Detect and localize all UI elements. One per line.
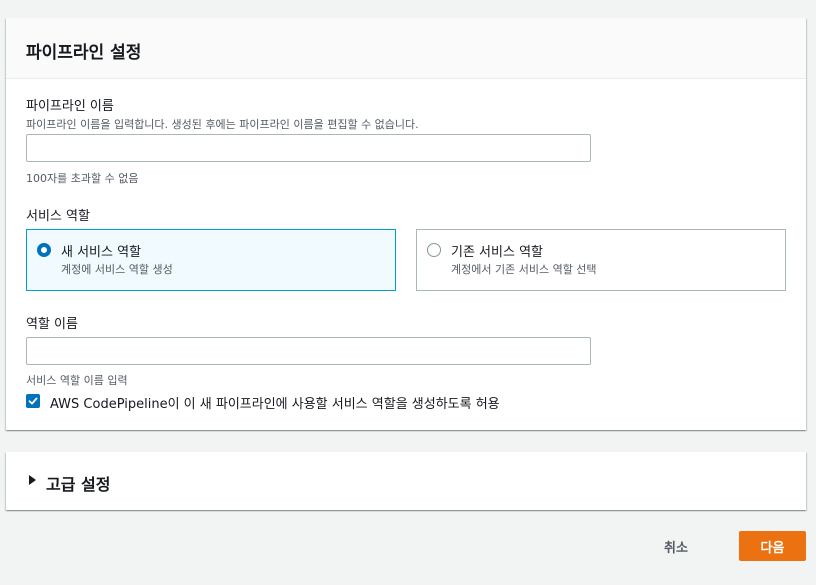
role-name-label: 역할 이름 xyxy=(26,317,78,332)
pipeline-name-label: 파이프라인 이름 xyxy=(26,99,114,114)
checkmark-icon xyxy=(28,397,38,405)
existing-service-role-tile[interactable]: 기존 서비스 역할 계정에서 기존 서비스 역할 선택 xyxy=(416,229,786,291)
new-service-role-description: 계정에 서비스 역할 생성 xyxy=(61,263,173,276)
advanced-settings-title: 고급 설정 xyxy=(46,475,111,494)
caret-right-icon xyxy=(29,475,36,485)
panel-header: 파이프라인 설정 xyxy=(6,18,806,79)
advanced-settings-toggle[interactable]: 고급 설정 xyxy=(6,452,806,510)
pipeline-settings-panel: 파이프라인 설정 파이프라인 이름 파이프라인 이름을 입력합니다. 생성된 후… xyxy=(6,18,806,430)
cancel-button[interactable]: 취소 xyxy=(646,531,706,561)
next-button[interactable]: 다음 xyxy=(739,531,806,561)
panel-title: 파이프라인 설정 xyxy=(26,43,142,63)
pipeline-name-description: 파이프라인 이름을 입력합니다. 생성된 후에는 파이프라인 이름을 편집할 수… xyxy=(26,118,419,131)
role-name-input[interactable] xyxy=(26,337,591,365)
existing-service-role-title: 기존 서비스 역할 xyxy=(451,245,543,260)
service-role-label: 서비스 역할 xyxy=(26,209,90,224)
role-name-description: 서비스 역할 이름 입력 xyxy=(26,374,128,387)
allow-role-creation-label: AWS CodePipeline이 이 새 파이프라인에 사용할 서비스 역할을… xyxy=(50,397,500,412)
new-service-role-radio[interactable] xyxy=(37,243,51,257)
allow-role-creation-checkbox[interactable] xyxy=(26,394,40,408)
existing-service-role-description: 계정에서 기존 서비스 역할 선택 xyxy=(451,263,597,276)
new-service-role-title: 새 서비스 역할 xyxy=(61,245,142,260)
pipeline-name-constraint: 100자를 초과할 수 없음 xyxy=(26,172,139,185)
existing-service-role-radio[interactable] xyxy=(427,243,441,257)
new-service-role-tile[interactable]: 새 서비스 역할 계정에 서비스 역할 생성 xyxy=(26,229,396,291)
pipeline-name-input[interactable] xyxy=(26,134,591,162)
advanced-settings-panel: 고급 설정 xyxy=(6,452,806,510)
